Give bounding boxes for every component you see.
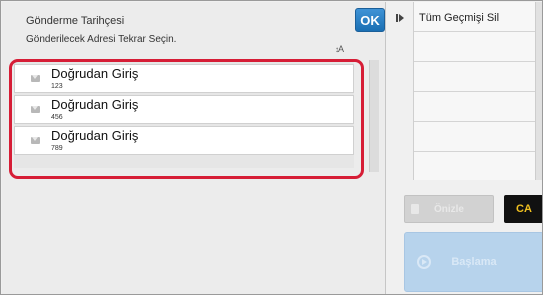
menu-item-empty — [414, 32, 542, 62]
ok-button[interactable]: OK — [355, 8, 385, 32]
preview-button[interactable]: Önizle — [404, 195, 494, 223]
collapse-arrow-bar — [396, 14, 398, 22]
menu-item-empty — [414, 92, 542, 122]
screen: Gönderme Tarihçesi Gönderilecek Adresi T… — [0, 0, 543, 295]
sort-button[interactable]: ↕ A — [328, 42, 350, 56]
menu-item-clear-all-history[interactable]: Tüm Geçmişi Sil — [414, 2, 542, 32]
preview-icon — [411, 204, 419, 214]
list-scrollbar[interactable] — [369, 60, 379, 172]
sort-label: A — [337, 44, 344, 54]
dialog-subtitle: Gönderilecek Adresi Tekrar Seçin. — [26, 34, 177, 45]
preview-label: Önizle — [433, 203, 464, 215]
dialog-title: Gönderme Tarihçesi — [26, 15, 125, 27]
start-icon — [417, 255, 431, 269]
selection-highlight — [9, 59, 364, 179]
menu-item-empty — [414, 152, 542, 182]
menu-scrollbar[interactable] — [535, 2, 542, 180]
start-label: Başlama — [451, 256, 497, 268]
start-button[interactable]: Başlama — [404, 232, 542, 292]
menu-item-empty — [414, 122, 542, 152]
send-history-dialog: Gönderme Tarihçesi Gönderilecek Adresi T… — [2, 2, 386, 294]
collapse-arrow-icon[interactable] — [399, 14, 404, 22]
right-panel: Tüm Geçmişi Sil Önizle CA Başlama — [387, 2, 542, 294]
action-menu: Tüm Geçmişi Sil — [413, 2, 542, 182]
menu-item-empty — [414, 62, 542, 92]
menu-item-label: Tüm Geçmişi Sil — [419, 12, 500, 24]
ca-button[interactable]: CA — [504, 195, 542, 223]
